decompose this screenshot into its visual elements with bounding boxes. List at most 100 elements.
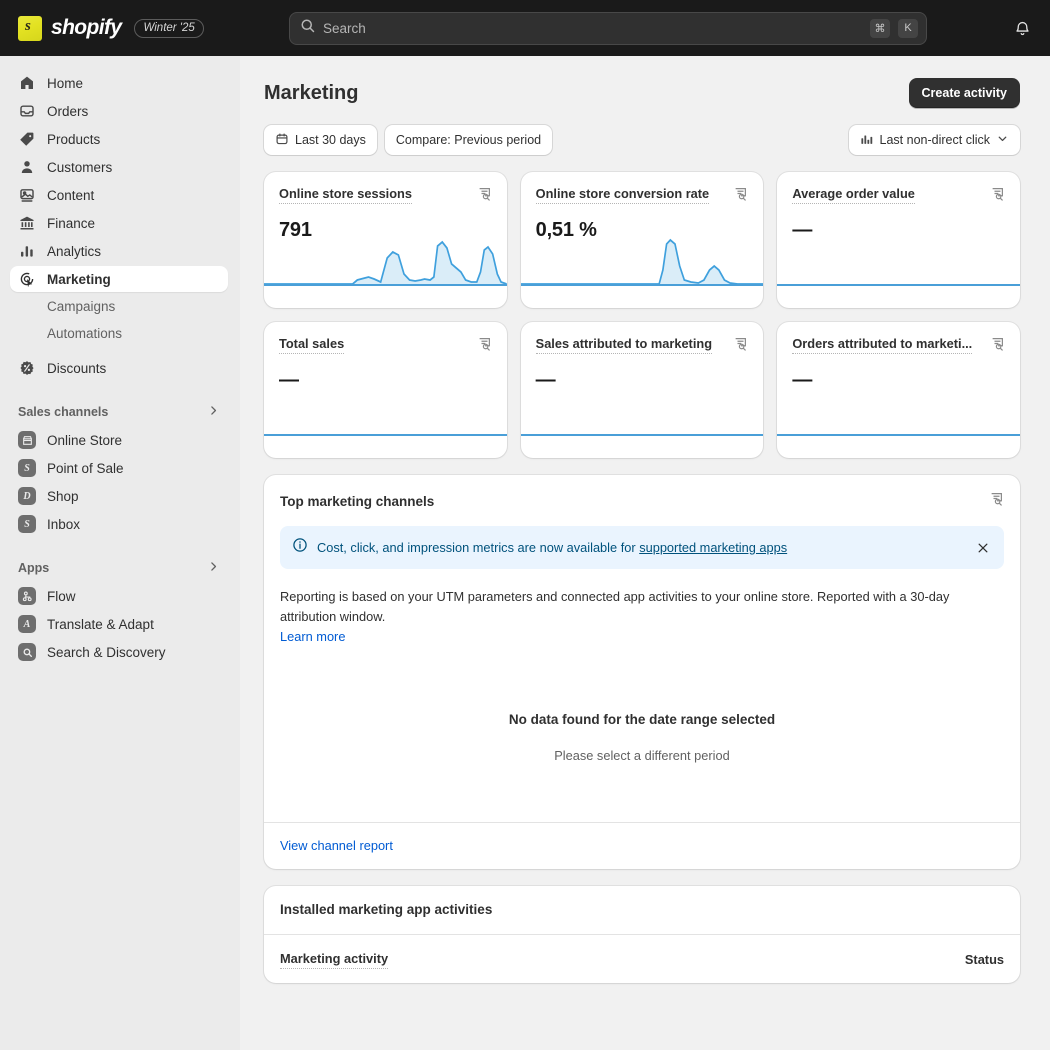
- filter-bar: Last 30 days Compare: Previous period La…: [240, 108, 1050, 155]
- chevron-right-icon: [207, 560, 220, 576]
- sidebar-item-content[interactable]: Content: [10, 182, 228, 208]
- metric-card-conversion-rate[interactable]: Online store conversion rate 0,51 %: [521, 172, 764, 308]
- metric-label: Sales attributed to marketing: [536, 336, 712, 354]
- metric-card-orders-attributed-to-marketing[interactable]: Orders attributed to marketi... —: [777, 322, 1020, 458]
- apps-section-header[interactable]: Apps: [10, 553, 228, 583]
- sidebar-item-label: Flow: [47, 589, 76, 604]
- brand-logo-group[interactable]: shopify Winter '25: [0, 16, 222, 41]
- create-activity-button[interactable]: Create activity: [909, 78, 1020, 108]
- page-title: Marketing: [264, 82, 358, 105]
- sidebar-item-translate-adapt[interactable]: A Translate & Adapt: [10, 611, 228, 637]
- top-bar: shopify Winter '25 Search ⌘ K: [0, 0, 1050, 56]
- chevron-right-icon: [207, 404, 220, 420]
- shopify-logo-icon: [18, 16, 42, 41]
- metric-value: —: [792, 219, 1005, 242]
- metric-card-average-order-value[interactable]: Average order value —: [777, 172, 1020, 308]
- marketing-icon: [18, 270, 36, 288]
- sparkline-baseline: [521, 284, 764, 286]
- sidebar-item-customers[interactable]: Customers: [10, 154, 228, 180]
- view-report-icon[interactable]: [733, 336, 748, 356]
- flow-icon: [18, 587, 36, 605]
- view-channel-report-link[interactable]: View channel report: [280, 838, 393, 853]
- home-icon: [18, 74, 36, 92]
- sidebar-item-analytics[interactable]: Analytics: [10, 238, 228, 264]
- compare-filter-button[interactable]: Compare: Previous period: [385, 125, 552, 155]
- main-content: Marketing Create activity Last 30 days C…: [240, 56, 1050, 1050]
- sidebar-subitem-campaigns[interactable]: Campaigns: [10, 294, 228, 319]
- discounts-icon: [18, 359, 36, 377]
- apps-title: Apps: [18, 561, 49, 575]
- sidebar-item-inbox[interactable]: S Inbox: [10, 511, 228, 537]
- products-icon: [18, 130, 36, 148]
- empty-state: No data found for the date range selecte…: [264, 646, 1020, 763]
- kbd-command-key: ⌘: [870, 19, 890, 38]
- view-report-icon[interactable]: [989, 491, 1004, 511]
- finance-icon: [18, 214, 36, 232]
- sidebar-item-label: Products: [47, 132, 100, 147]
- sidebar-item-point-of-sale[interactable]: S Point of Sale: [10, 455, 228, 481]
- compare-filter-label: Compare: Previous period: [396, 133, 541, 147]
- column-header-marketing-activity: Marketing activity: [280, 951, 388, 969]
- empty-state-title: No data found for the date range selecte…: [264, 712, 1020, 727]
- sidebar-subitem-label: Automations: [47, 326, 122, 341]
- sales-channels-section-header[interactable]: Sales channels: [10, 397, 228, 427]
- sparkline-chart-sessions: [264, 222, 507, 286]
- attribution-model-dropdown[interactable]: Last non-direct click: [849, 125, 1020, 155]
- sidebar-item-label: Home: [47, 76, 83, 91]
- sidebar-item-orders[interactable]: Orders: [10, 98, 228, 124]
- search-area: Search ⌘ K: [222, 12, 994, 45]
- online-store-icon: [18, 431, 36, 449]
- metric-cards-grid: Online store sessions 791: [240, 155, 1050, 458]
- sparkline-baseline: [777, 284, 1020, 286]
- date-range-filter-button[interactable]: Last 30 days: [264, 125, 377, 155]
- view-report-icon[interactable]: [477, 336, 492, 356]
- shopify-admin-app: shopify Winter '25 Search ⌘ K: [0, 0, 1050, 1050]
- activities-table-header: Marketing activity Status: [264, 934, 1020, 983]
- sidebar-item-online-store[interactable]: Online Store: [10, 427, 228, 453]
- view-report-icon[interactable]: [990, 186, 1005, 206]
- sidebar-item-label: Customers: [47, 160, 112, 175]
- sidebar-subitem-automations[interactable]: Automations: [10, 321, 228, 346]
- view-report-icon[interactable]: [990, 336, 1005, 356]
- customers-icon: [18, 158, 36, 176]
- bar-chart-icon: [860, 132, 874, 149]
- sidebar-item-marketing[interactable]: Marketing: [10, 266, 228, 292]
- sidebar-item-home[interactable]: Home: [10, 70, 228, 96]
- search-input[interactable]: Search ⌘ K: [289, 12, 927, 45]
- release-badge: Winter '25: [134, 19, 203, 38]
- notifications-button[interactable]: [994, 20, 1050, 37]
- sidebar-item-shop[interactable]: D Shop: [10, 483, 228, 509]
- view-report-icon[interactable]: [733, 186, 748, 206]
- page-header: Marketing Create activity: [240, 56, 1050, 108]
- view-report-icon[interactable]: [477, 186, 492, 206]
- sparkline-chart-conversion: [521, 222, 764, 286]
- sidebar-item-label: Marketing: [47, 272, 111, 287]
- learn-more-link[interactable]: Learn more: [280, 629, 345, 644]
- sparkline-baseline: [264, 284, 507, 286]
- metric-label: Average order value: [792, 186, 915, 204]
- sidebar-navigation: Home Orders Products Customers: [0, 56, 240, 1050]
- metric-value: —: [279, 369, 492, 392]
- top-marketing-channels-panel: Top marketing channels Cost, click: [264, 475, 1020, 869]
- info-banner: Cost, click, and impression metrics are …: [280, 526, 1004, 569]
- inbox-icon: S: [18, 515, 36, 533]
- sidebar-item-finance[interactable]: Finance: [10, 210, 228, 236]
- banner-message: Cost, click, and impression metrics are …: [317, 540, 965, 555]
- metric-card-sales-attributed-to-marketing[interactable]: Sales attributed to marketing —: [521, 322, 764, 458]
- search-discovery-icon: [18, 643, 36, 661]
- panel-title: Installed marketing app activities: [280, 902, 492, 917]
- sidebar-item-search-discovery[interactable]: Search & Discovery: [10, 639, 228, 665]
- metric-card-total-sales[interactable]: Total sales —: [264, 322, 507, 458]
- sidebar-item-label: Search & Discovery: [47, 645, 166, 660]
- metric-card-online-store-sessions[interactable]: Online store sessions 791: [264, 172, 507, 308]
- close-banner-button[interactable]: [974, 539, 992, 557]
- sparkline-baseline: [264, 434, 507, 436]
- sidebar-item-discounts[interactable]: Discounts: [10, 355, 228, 381]
- metric-value: —: [792, 369, 1005, 392]
- shop-icon: D: [18, 487, 36, 505]
- search-placeholder-text: Search: [323, 21, 862, 36]
- sidebar-item-flow[interactable]: Flow: [10, 583, 228, 609]
- sidebar-item-products[interactable]: Products: [10, 126, 228, 152]
- metric-value: —: [536, 369, 749, 392]
- supported-marketing-apps-link[interactable]: supported marketing apps: [639, 540, 787, 555]
